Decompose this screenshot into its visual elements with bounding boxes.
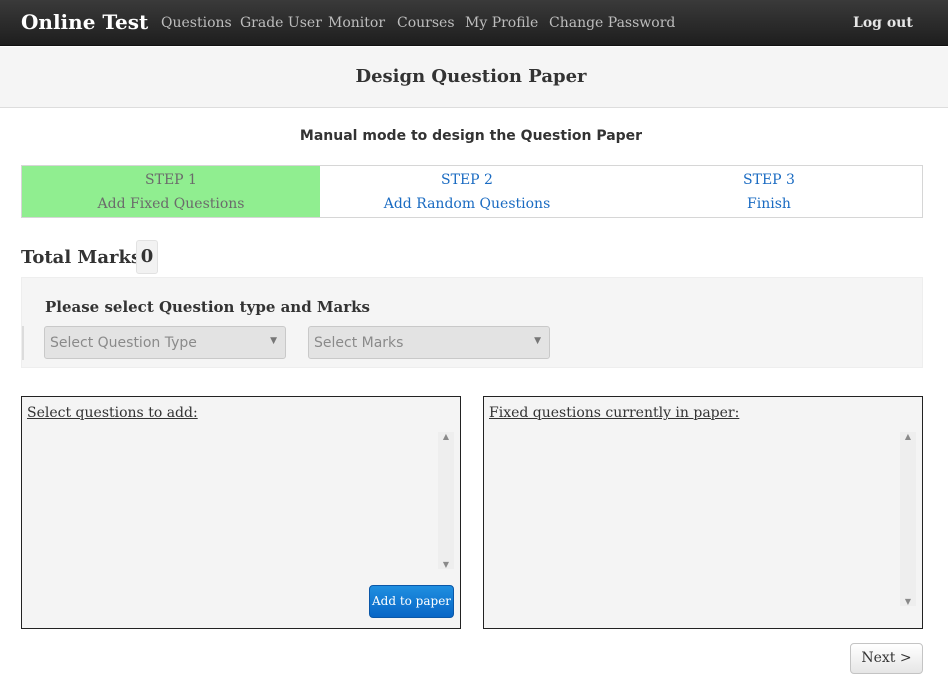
next-button[interactable]: Next > (850, 643, 923, 674)
step-3-number[interactable]: STEP 3 (620, 172, 918, 188)
nav-monitor[interactable]: Monitor (328, 15, 385, 31)
mode-subtitle: Manual mode to design the Question Paper (299, 128, 643, 144)
scroll-down-arrow-icon[interactable]: ▼ (900, 597, 916, 606)
top-navbar: Online Test Questions Grade User Monitor… (0, 0, 948, 46)
page-title: Design Question Paper (355, 66, 587, 87)
select-questions-scrollbar[interactable]: ▲ ▼ (438, 432, 454, 569)
fixed-questions-box: Fixed questions currently in paper: ▲ ▼ (483, 396, 923, 629)
step-1-label: Add Fixed Questions (97, 196, 245, 212)
chevron-down-icon: ▼ (270, 336, 277, 346)
nav-questions[interactable]: Questions (161, 15, 232, 31)
step-2-label[interactable]: Add Random Questions (320, 196, 614, 212)
panel-accent (22, 326, 24, 360)
chevron-down-icon: ▼ (534, 336, 541, 346)
filter-prompt: Please select Question type and Marks (45, 298, 370, 316)
marks-select[interactable]: Select Marks ▼ (308, 326, 550, 359)
step-3[interactable]: STEP 3 Finish (620, 166, 918, 217)
logout-link[interactable]: Log out (853, 15, 913, 31)
brand-logo[interactable]: Online Test (21, 10, 148, 34)
step-wizard: STEP 1 Add Fixed Questions STEP 2 Add Ra… (21, 165, 923, 218)
marks-select-value: Select Marks (314, 335, 404, 351)
step-2[interactable]: STEP 2 Add Random Questions (320, 166, 614, 217)
add-to-paper-button[interactable]: Add to paper (369, 585, 454, 618)
step-2-number[interactable]: STEP 2 (320, 172, 614, 188)
fixed-questions-label: Fixed questions currently in paper: (489, 405, 740, 421)
fixed-questions-scrollbar[interactable]: ▲ ▼ (900, 432, 916, 606)
nav-courses[interactable]: Courses (397, 15, 455, 31)
question-type-select-value: Select Question Type (50, 335, 197, 351)
nav-my-profile[interactable]: My Profile (465, 15, 538, 31)
scroll-up-arrow-icon[interactable]: ▲ (438, 432, 454, 441)
total-marks-label: Total Marks: (21, 247, 148, 268)
step-1: STEP 1 Add Fixed Questions (22, 166, 320, 217)
step-3-label[interactable]: Finish (620, 196, 918, 212)
nav-change-password[interactable]: Change Password (549, 15, 675, 31)
total-marks-value: 0 (136, 240, 158, 274)
nav-grade-user[interactable]: Grade User (240, 15, 322, 31)
scroll-down-arrow-icon[interactable]: ▼ (438, 560, 454, 569)
scroll-up-arrow-icon[interactable]: ▲ (900, 432, 916, 441)
step-1-number: STEP 1 (145, 172, 197, 188)
select-questions-box: Select questions to add: ▲ ▼ Add to pape… (21, 396, 461, 629)
question-filter-panel: Please select Question type and Marks Se… (21, 277, 923, 368)
select-questions-label: Select questions to add: (27, 405, 198, 421)
question-type-select[interactable]: Select Question Type ▼ (44, 326, 286, 359)
page-header: Design Question Paper (0, 47, 948, 108)
